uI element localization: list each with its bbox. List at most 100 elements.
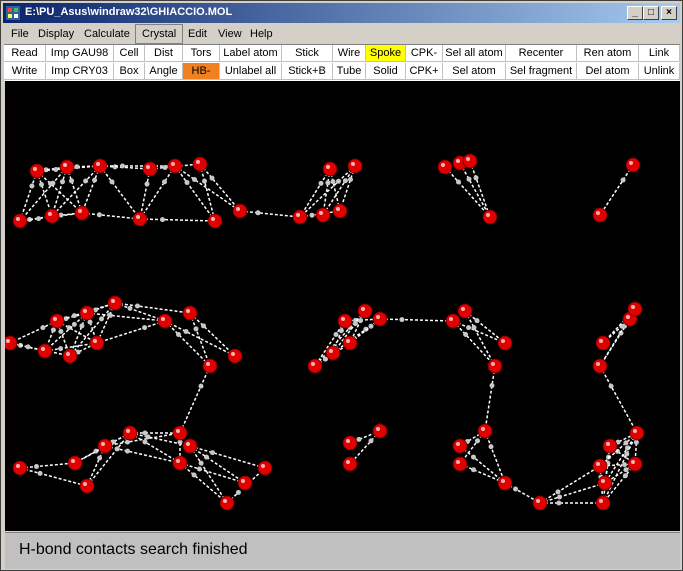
oxygen-atom[interactable] xyxy=(167,158,183,174)
oxygen-atom[interactable] xyxy=(437,159,453,175)
oxygen-atom[interactable] xyxy=(132,211,148,227)
oxygen-atom[interactable] xyxy=(227,348,243,364)
oxygen-atom[interactable] xyxy=(592,458,608,474)
menu-crystal[interactable]: Crystal xyxy=(135,24,184,44)
oxygen-atom[interactable] xyxy=(332,203,348,219)
oxygen-atom[interactable] xyxy=(5,335,18,351)
oxygen-atom[interactable] xyxy=(207,213,223,229)
sel-fragment-button[interactable]: Sel fragment xyxy=(506,63,577,80)
oxygen-atom[interactable] xyxy=(172,455,188,471)
oxygen-atom[interactable] xyxy=(315,207,331,223)
oxygen-atom[interactable] xyxy=(592,207,608,223)
oxygen-atom[interactable] xyxy=(452,456,468,472)
molecule-viewer[interactable] xyxy=(5,81,680,531)
oxygen-atom[interactable] xyxy=(347,158,363,174)
oxygen-atom[interactable] xyxy=(257,460,273,476)
oxygen-atom[interactable] xyxy=(595,335,611,351)
oxygen-atom[interactable] xyxy=(627,456,643,472)
sel-all-atom-button[interactable]: Sel all atom xyxy=(443,45,506,62)
spoke-button[interactable]: Spoke xyxy=(366,45,406,62)
menu-calculate[interactable]: Calculate xyxy=(78,24,136,44)
oxygen-atom[interactable] xyxy=(172,425,188,441)
oxygen-atom[interactable] xyxy=(107,295,123,311)
oxygen-atom[interactable] xyxy=(157,313,173,329)
oxygen-atom[interactable] xyxy=(37,343,53,359)
oxygen-atom[interactable] xyxy=(74,205,90,221)
cpk-plus-button[interactable]: CPK+ xyxy=(406,63,443,80)
title-bar[interactable]: E:\PU_Asus\windraw32\GHIACCIO.MOL _ □ × xyxy=(3,3,680,23)
oxygen-atom[interactable] xyxy=(122,425,138,441)
cpk-minus-button[interactable]: CPK- xyxy=(406,45,443,62)
write-button[interactable]: Write xyxy=(4,63,46,80)
oxygen-atom[interactable] xyxy=(79,478,95,494)
minimize-button[interactable]: _ xyxy=(627,6,643,20)
oxygen-atom[interactable] xyxy=(629,425,645,441)
imp-gau98-button[interactable]: Imp GAU98 xyxy=(46,45,114,62)
menu-file[interactable]: File xyxy=(5,24,35,44)
unlabel-all-button[interactable]: Unlabel all xyxy=(220,63,282,80)
oxygen-atom[interactable] xyxy=(92,158,108,174)
oxygen-atom[interactable] xyxy=(597,475,613,491)
oxygen-atom[interactable] xyxy=(192,156,208,172)
sel-atom-button[interactable]: Sel atom xyxy=(443,63,506,80)
oxygen-atom[interactable] xyxy=(452,438,468,454)
oxygen-atom[interactable] xyxy=(477,423,493,439)
cell-button[interactable]: Cell xyxy=(114,45,145,62)
oxygen-atom[interactable] xyxy=(219,495,235,511)
oxygen-atom[interactable] xyxy=(97,438,113,454)
menu-edit[interactable]: Edit xyxy=(182,24,213,44)
link-button[interactable]: Link xyxy=(639,45,680,62)
imp-cry03-button[interactable]: Imp CRY03 xyxy=(46,63,114,80)
oxygen-atom[interactable] xyxy=(182,438,198,454)
unlink-button[interactable]: Unlink xyxy=(639,63,680,80)
oxygen-atom[interactable] xyxy=(625,157,641,173)
ren-atom-button[interactable]: Ren atom xyxy=(577,45,639,62)
oxygen-atom[interactable] xyxy=(292,209,308,225)
label-atom-button[interactable]: Label atom xyxy=(220,45,282,62)
oxygen-atom[interactable] xyxy=(62,348,78,364)
dist-button[interactable]: Dist xyxy=(145,45,183,62)
oxygen-atom[interactable] xyxy=(202,358,218,374)
oxygen-atom[interactable] xyxy=(12,460,28,476)
oxygen-atom[interactable] xyxy=(44,208,60,224)
oxygen-atom[interactable] xyxy=(462,153,478,169)
oxygen-atom[interactable] xyxy=(372,311,388,327)
stick-b-button[interactable]: Stick+B xyxy=(282,63,333,80)
oxygen-atom[interactable] xyxy=(232,203,248,219)
oxygen-atom[interactable] xyxy=(12,213,28,229)
close-button[interactable]: × xyxy=(661,6,677,20)
oxygen-atom[interactable] xyxy=(342,335,358,351)
oxygen-atom[interactable] xyxy=(482,209,498,225)
oxygen-atom[interactable] xyxy=(342,435,358,451)
oxygen-atom[interactable] xyxy=(487,358,503,374)
oxygen-atom[interactable] xyxy=(592,358,608,374)
box-button[interactable]: Box xyxy=(114,63,145,80)
oxygen-atom[interactable] xyxy=(497,475,513,491)
oxygen-atom[interactable] xyxy=(307,358,323,374)
oxygen-atom[interactable] xyxy=(342,456,358,472)
oxygen-atom[interactable] xyxy=(602,438,618,454)
oxygen-atom[interactable] xyxy=(322,161,338,177)
maximize-button[interactable]: □ xyxy=(643,6,659,20)
oxygen-atom[interactable] xyxy=(595,495,611,511)
read-button[interactable]: Read xyxy=(4,45,46,62)
oxygen-atom[interactable] xyxy=(532,495,548,511)
oxygen-atom[interactable] xyxy=(497,335,513,351)
oxygen-atom[interactable] xyxy=(79,305,95,321)
recenter-button[interactable]: Recenter xyxy=(506,45,577,62)
stick-button[interactable]: Stick xyxy=(282,45,333,62)
solid-button[interactable]: Solid xyxy=(366,63,406,80)
oxygen-atom[interactable] xyxy=(325,345,341,361)
oxygen-atom[interactable] xyxy=(49,313,65,329)
wire-button[interactable]: Wire xyxy=(333,45,366,62)
oxygen-atom[interactable] xyxy=(67,455,83,471)
oxygen-atom[interactable] xyxy=(457,303,473,319)
tube-button[interactable]: Tube xyxy=(333,63,366,80)
menu-display[interactable]: Display xyxy=(32,24,80,44)
oxygen-atom[interactable] xyxy=(357,303,373,319)
oxygen-atom[interactable] xyxy=(445,313,461,329)
angle-button[interactable]: Angle xyxy=(145,63,183,80)
oxygen-atom[interactable] xyxy=(627,301,643,317)
oxygen-atom[interactable] xyxy=(59,159,75,175)
tors-button[interactable]: Tors xyxy=(183,45,220,62)
